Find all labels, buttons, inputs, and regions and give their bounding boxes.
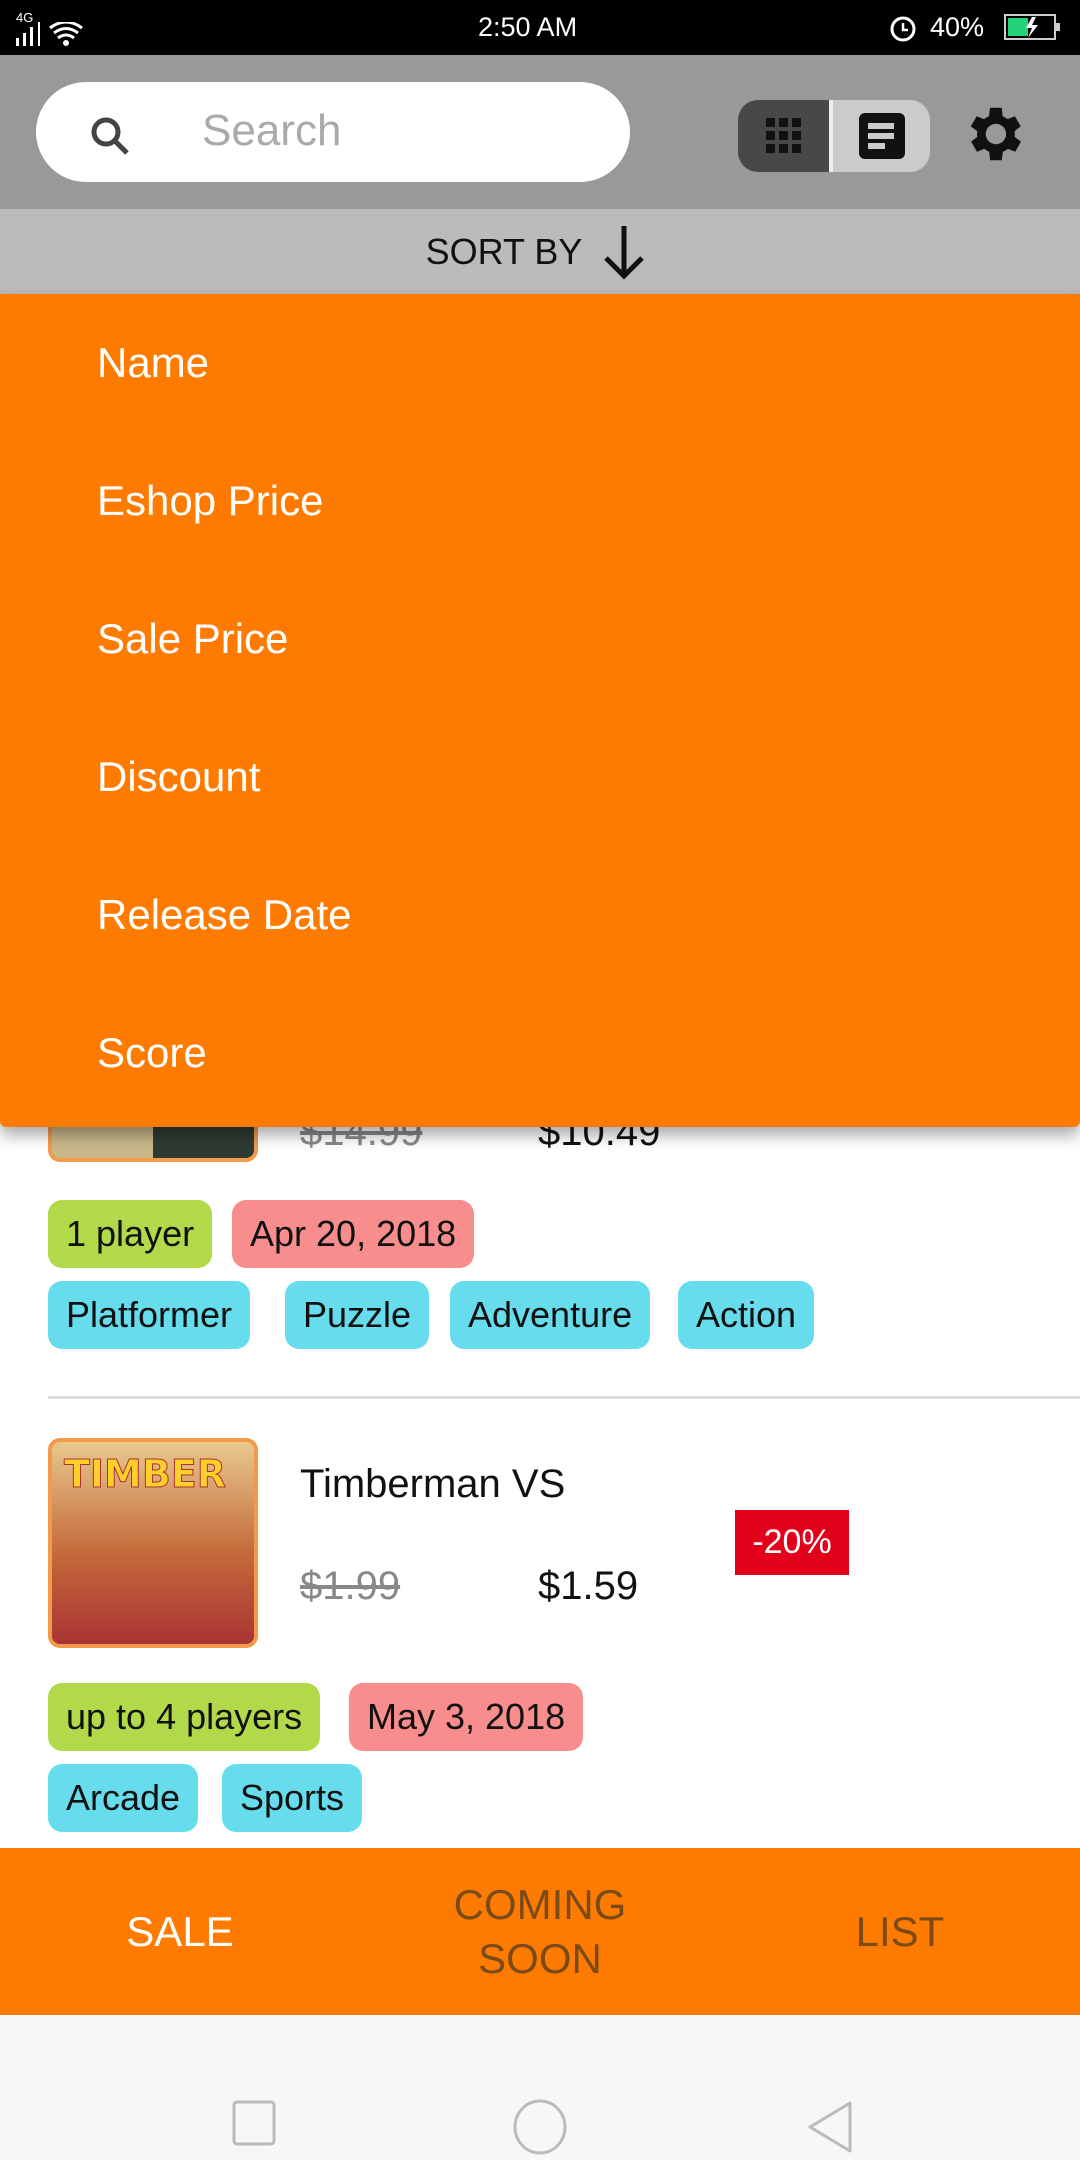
game-thumbnail[interactable]: TIMBER	[48, 1438, 258, 1648]
bottom-tab-bar: SALE COMING SOON LIST	[0, 1848, 1080, 2015]
players-tag: 1 player	[48, 1200, 213, 1268]
sort-dropdown-menu: Name Eshop Price Sale Price Discount Rel…	[0, 294, 1080, 1127]
home-icon[interactable]	[512, 2099, 568, 2155]
status-bar: 4G 2:50 AM 40%	[0, 0, 1080, 55]
sort-option-release-date[interactable]: Release Date	[97, 846, 351, 984]
app-header: Search	[0, 55, 1080, 209]
genre-tag: Action	[678, 1281, 815, 1349]
sort-option-sale-price[interactable]: Sale Price	[97, 570, 288, 708]
genre-tag: Arcade	[48, 1764, 199, 1832]
alarm-icon	[890, 16, 916, 42]
gear-icon[interactable]	[958, 99, 1028, 169]
sort-option-name[interactable]: Name	[97, 294, 209, 432]
list-icon	[858, 113, 905, 159]
recents-icon[interactable]	[232, 2100, 278, 2148]
list-view-button[interactable]	[833, 100, 930, 172]
genre-tag: Sports	[222, 1764, 363, 1832]
old-price: $1.99	[300, 1564, 401, 1608]
tab-coming-soon[interactable]: COMING SOON	[360, 1848, 720, 2015]
tab-sale[interactable]: SALE	[0, 1848, 360, 2015]
discount-badge: -20%	[735, 1510, 849, 1575]
sort-option-score[interactable]: Score	[97, 984, 207, 1122]
genre-tag: Platformer	[48, 1281, 251, 1349]
view-toggle	[738, 100, 930, 172]
grid-icon	[765, 118, 801, 153]
tab-list[interactable]: LIST	[720, 1848, 1080, 2015]
genre-tag: Adventure	[450, 1281, 651, 1349]
back-icon[interactable]	[806, 2099, 856, 2155]
divider	[48, 1396, 1080, 1399]
genre-tag: Puzzle	[285, 1281, 430, 1349]
game-title[interactable]: Timberman VS	[300, 1462, 565, 1507]
system-nav-bar	[0, 2015, 1080, 2160]
sort-option-eshop-price[interactable]: Eshop Price	[97, 432, 323, 570]
release-date-tag: Apr 20, 2018	[232, 1200, 475, 1268]
battery-charging-icon	[1004, 14, 1060, 40]
search-placeholder: Search	[202, 106, 342, 155]
grid-view-button[interactable]	[738, 100, 829, 172]
arrow-down-icon	[604, 225, 645, 280]
timberman-logo: TIMBER	[63, 1452, 227, 1497]
sort-by-label: SORT BY	[425, 230, 583, 272]
players-tag: up to 4 players	[48, 1683, 321, 1751]
sale-price: $1.59	[538, 1564, 639, 1608]
release-date-tag: May 3, 2018	[349, 1683, 584, 1751]
sort-option-discount[interactable]: Discount	[97, 708, 260, 846]
search-input[interactable]: Search	[36, 82, 630, 182]
sort-by-button[interactable]: SORT BY	[0, 209, 1080, 294]
clock: 2:50 AM	[478, 12, 578, 42]
signal-wifi-icon	[16, 22, 83, 46]
search-icon	[91, 117, 129, 155]
battery-percent: 40%	[930, 12, 985, 42]
